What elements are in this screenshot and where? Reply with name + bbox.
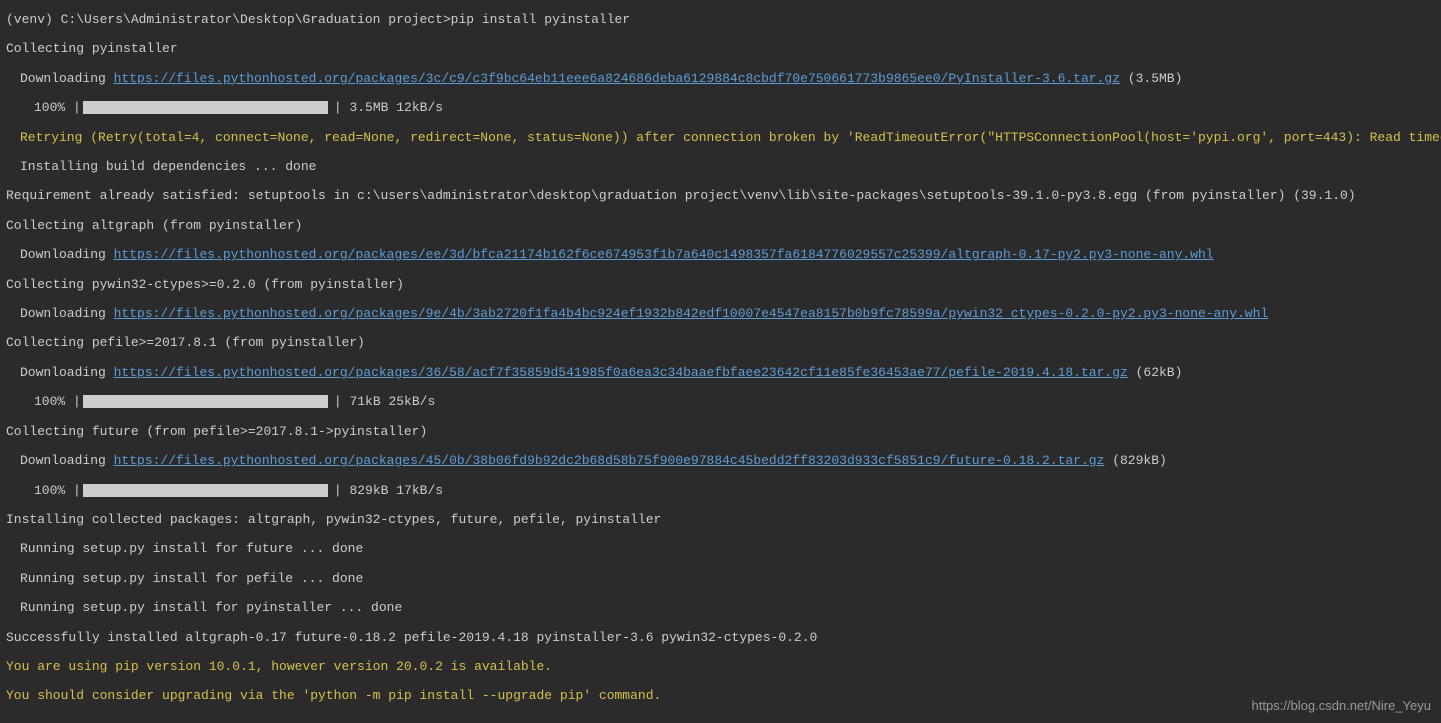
download-pefile-line: Downloading https://files.pythonhosted.o… [6, 361, 1435, 384]
progress-pct: 100% [34, 394, 73, 409]
prompt-line: (venv) C:\Users\Administrator\Desktop\Gr… [6, 8, 1435, 31]
download-pywin32-line: Downloading https://files.pythonhosted.o… [6, 302, 1435, 325]
pip-warn1-line: You are using pip version 10.0.1, howeve… [6, 655, 1435, 678]
size-text: (3.5MB) [1120, 71, 1182, 86]
speed-text: 3.5MB 12kB/s [342, 100, 443, 115]
progress-line-3: 100% | | 829kB 17kB/s [6, 479, 1435, 503]
pipe-char: | [73, 100, 81, 115]
progress-line-2: 100% | | 71kB 25kB/s [6, 390, 1435, 414]
running-pyinstaller-line: Running setup.py install for pyinstaller… [6, 596, 1435, 619]
pipe-char: | [73, 394, 81, 409]
download-label: Downloading [20, 453, 114, 468]
terminal-output[interactable]: (venv) C:\Users\Administrator\Desktop\Gr… [6, 8, 1435, 708]
download-label: Downloading [20, 306, 114, 321]
pefile-url-link[interactable]: https://files.pythonhosted.org/packages/… [114, 365, 1128, 380]
running-pefile-line: Running setup.py install for pefile ... … [6, 567, 1435, 590]
collecting-line: Collecting pyinstaller [6, 37, 1435, 60]
download-label: Downloading [20, 71, 114, 86]
size-text: (829kB) [1104, 453, 1166, 468]
collecting-pefile-line: Collecting pefile>=2017.8.1 (from pyinst… [6, 331, 1435, 354]
download-line: Downloading https://files.pythonhosted.o… [6, 67, 1435, 90]
speed-text: 829kB 17kB/s [342, 483, 443, 498]
progress-bar-icon [83, 484, 328, 497]
pywin32-url-link[interactable]: https://files.pythonhosted.org/packages/… [114, 306, 1269, 321]
progress-pct: 100% [34, 100, 73, 115]
download-altgraph-line: Downloading https://files.pythonhosted.o… [6, 243, 1435, 266]
pipe-char: | [73, 483, 81, 498]
collecting-pywin32-line: Collecting pywin32-ctypes>=0.2.0 (from p… [6, 273, 1435, 296]
download-label: Downloading [20, 365, 114, 380]
pipe-char: | [334, 483, 342, 498]
retry-warning-line: Retrying (Retry(total=4, connect=None, r… [6, 126, 1435, 149]
speed-text: 71kB 25kB/s [342, 394, 436, 409]
success-line: Successfully installed altgraph-0.17 fut… [6, 626, 1435, 649]
pipe-char: | [334, 394, 342, 409]
running-future-line: Running setup.py install for future ... … [6, 537, 1435, 560]
future-url-link[interactable]: https://files.pythonhosted.org/packages/… [114, 453, 1105, 468]
collecting-future-line: Collecting future (from pefile>=2017.8.1… [6, 420, 1435, 443]
download-label: Downloading [20, 247, 114, 262]
size-text: (62kB) [1128, 365, 1183, 380]
pip-warn2-line: You should consider upgrading via the 'p… [6, 684, 1435, 707]
progress-line: 100% | | 3.5MB 12kB/s [6, 96, 1435, 120]
progress-bar-icon [83, 395, 328, 408]
progress-bar-icon [83, 101, 328, 114]
progress-pct: 100% [34, 483, 73, 498]
pyinstaller-url-link[interactable]: https://files.pythonhosted.org/packages/… [114, 71, 1120, 86]
req-satisfied-line: Requirement already satisfied: setuptool… [6, 184, 1435, 207]
download-future-line: Downloading https://files.pythonhosted.o… [6, 449, 1435, 472]
collecting-altgraph-line: Collecting altgraph (from pyinstaller) [6, 214, 1435, 237]
watermark-text: https://blog.csdn.net/Nire_Yeyu [1252, 694, 1431, 717]
build-deps-line: Installing build dependencies ... done [6, 155, 1435, 178]
altgraph-url-link[interactable]: https://files.pythonhosted.org/packages/… [114, 247, 1214, 262]
pipe-char: | [334, 100, 342, 115]
installing-packages-line: Installing collected packages: altgraph,… [6, 508, 1435, 531]
